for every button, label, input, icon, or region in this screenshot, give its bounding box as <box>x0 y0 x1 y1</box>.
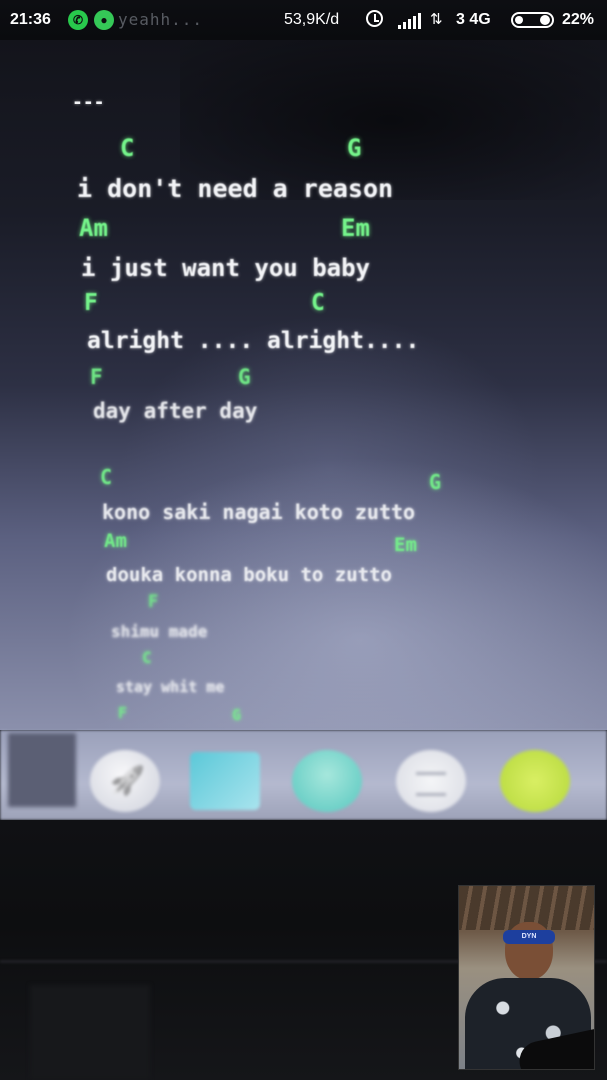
status-bar: 21:36 ✆ ● yeahh... 53,9K/d ⇅ 3 4G 22% <box>0 0 607 40</box>
self-view-headband: DYN <box>503 930 555 944</box>
chord: Am <box>79 214 108 242</box>
whatsapp-icon: ✆ <box>68 10 88 30</box>
chord: F <box>148 592 159 612</box>
chord: C <box>100 465 113 489</box>
lyric-line: kono saki nagai koto zutto <box>102 500 416 524</box>
network-speed: 53,9K/d <box>284 11 340 28</box>
desk-object <box>30 985 150 1080</box>
chord: G <box>347 134 362 162</box>
self-view-video[interactable]: DYN <box>458 885 595 1070</box>
chord: C <box>311 290 325 316</box>
chord: Am <box>104 530 127 552</box>
chord: Em <box>394 534 417 556</box>
chord: C <box>142 648 152 667</box>
lyric-line: i don't need a reason <box>77 174 394 203</box>
notification-preview: yeahh... <box>118 10 204 29</box>
clock: 21:36 <box>10 11 51 28</box>
chord: F <box>84 290 98 316</box>
photos-icon <box>292 750 362 812</box>
network-type: 3 4G <box>456 11 491 28</box>
chord: G <box>238 365 251 389</box>
line-icon: ● <box>94 10 114 30</box>
video-call-screen: 21:36 ✆ ● yeahh... 53,9K/d ⇅ 3 4G 22% --… <box>0 0 607 1080</box>
chat-icon <box>500 750 570 812</box>
chord: F <box>118 704 128 722</box>
chord: Em <box>341 214 370 242</box>
battery-saver-toggle <box>540 15 550 25</box>
battery-icon <box>511 12 554 28</box>
battery-percent: 22% <box>562 11 595 28</box>
dock-edge <box>8 733 76 807</box>
signal-icon <box>398 13 422 29</box>
alarm-icon <box>366 10 383 27</box>
lyric-line: douka konna boku to zutto <box>106 564 392 586</box>
battery-level <box>515 16 523 24</box>
notes-icon <box>396 750 466 812</box>
files-icon <box>190 752 260 810</box>
lyrics-separator: --- <box>72 92 105 113</box>
lyric-line: i just want you baby <box>81 254 370 282</box>
rocket-icon <box>90 750 160 812</box>
chord: G <box>232 706 242 724</box>
data-activity-icon: ⇅ <box>430 11 443 28</box>
lyric-line: day after day <box>93 399 258 423</box>
chord: F <box>90 365 103 389</box>
lyric-line: alright .... alright.... <box>87 328 420 354</box>
chord: G <box>429 470 442 494</box>
lyric-line: stay whit me <box>116 678 225 696</box>
chord: C <box>120 134 135 162</box>
lyric-line: shimu made <box>111 622 208 641</box>
